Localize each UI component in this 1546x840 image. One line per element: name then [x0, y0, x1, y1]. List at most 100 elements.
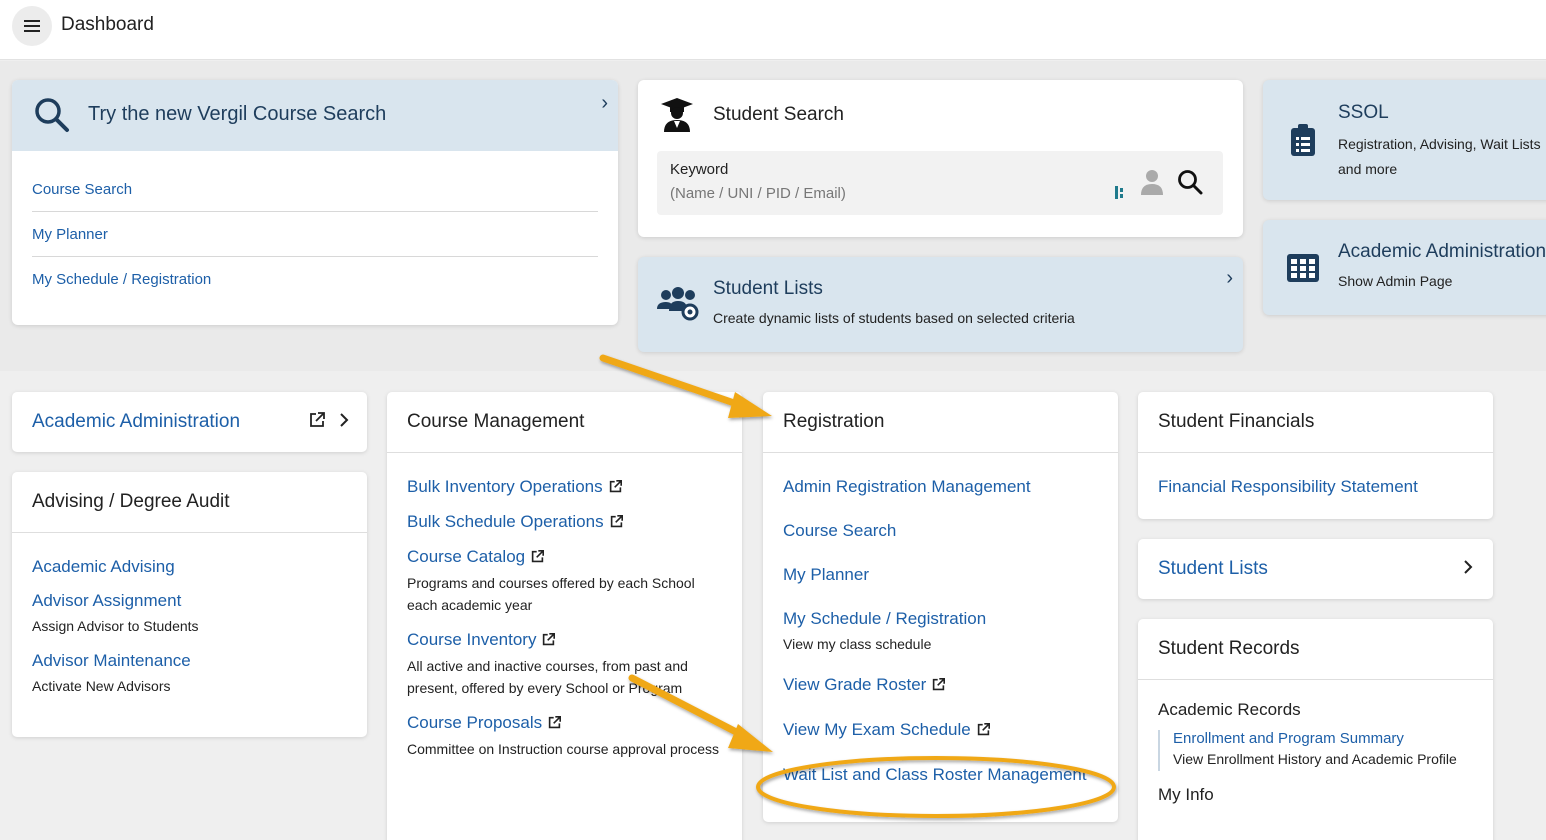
- student-lists-subtitle: Create dynamic lists of students based o…: [713, 310, 1075, 326]
- hamburger-menu-button[interactable]: [12, 6, 52, 46]
- person-icon[interactable]: [1141, 169, 1163, 200]
- my-info-heading: My Info: [1158, 785, 1214, 804]
- keyword-search-input[interactable]: Keyword (Name / UNI / PID / Email): [657, 151, 1223, 215]
- academic-records-heading: Academic Records: [1158, 700, 1301, 719]
- list-item: Enrollment and Program Summary View Enro…: [1158, 730, 1473, 771]
- hamburger-menu-icon: [24, 25, 40, 27]
- academic-advising-link[interactable]: Academic Advising: [32, 557, 175, 576]
- list-item: Course Catalog Programs and courses offe…: [407, 547, 722, 616]
- course-proposals-link[interactable]: Course Proposals: [407, 713, 542, 732]
- registration-title: Registration: [763, 392, 1118, 453]
- list-item: Bulk Schedule Operations: [407, 512, 722, 533]
- list-item: Course Inventory All active and inactive…: [407, 630, 722, 699]
- list-item: Financial Responsibility Statement: [1158, 477, 1473, 497]
- course-catalog-link[interactable]: Course Catalog: [407, 547, 525, 566]
- external-link-icon: [542, 633, 556, 651]
- password-manager-icon[interactable]: [1115, 185, 1127, 204]
- student-lists-panel[interactable]: Student Lists: [1138, 539, 1493, 599]
- ssol-subtitle: Registration, Advising, Wait Lists and m…: [1338, 136, 1541, 177]
- list-item: Bulk Inventory Operations: [407, 477, 722, 498]
- vergil-search-title: Try the new Vergil Course Search: [88, 103, 387, 125]
- my-schedule-link[interactable]: My Schedule / Registration: [783, 609, 986, 628]
- advising-panel: Advising / Degree Audit Academic Advisin…: [12, 472, 367, 737]
- external-link-icon[interactable]: [309, 412, 325, 433]
- list-item: Advisor Maintenance Activate New Advisor…: [32, 651, 347, 697]
- ssol-card[interactable]: SSOL Registration, Advising, Wait Lists …: [1263, 80, 1546, 200]
- users-gear-icon: [657, 287, 699, 326]
- student-lists-title: Student Lists: [713, 278, 823, 299]
- course-management-panel: Course Management Bulk Inventory Operati…: [387, 392, 742, 840]
- item-description: View Enrollment History and Academic Pro…: [1173, 751, 1457, 767]
- view-grade-roster-link[interactable]: View Grade Roster: [783, 675, 926, 694]
- list-item: Academic Advising: [32, 557, 347, 577]
- student-records-panel: Student Records Academic Records Enrollm…: [1138, 619, 1493, 840]
- external-link-icon: [610, 515, 623, 533]
- student-financials-title: Student Financials: [1138, 392, 1493, 453]
- page-title: Dashboard: [61, 14, 154, 35]
- list-item: Wait List and Class Roster Management: [783, 765, 1098, 785]
- chevron-right-icon[interactable]: [1463, 555, 1473, 581]
- chevron-right-icon[interactable]: ›: [601, 92, 608, 115]
- search-submit-icon[interactable]: [1177, 169, 1203, 200]
- course-management-title: Course Management: [387, 392, 742, 453]
- vergil-link-course-search[interactable]: Course Search: [32, 181, 132, 198]
- advisor-assignment-link[interactable]: Advisor Assignment: [32, 591, 181, 610]
- grid-table-icon: [1287, 254, 1319, 287]
- student-financials-panel: Student Financials Financial Responsibil…: [1138, 392, 1493, 519]
- financial-responsibility-link[interactable]: Financial Responsibility Statement: [1158, 477, 1418, 496]
- academic-administration-panel[interactable]: Academic Administration: [12, 392, 367, 452]
- search-icon: [34, 97, 70, 138]
- list-item: Advisor Assignment Assign Advisor to Stu…: [32, 591, 347, 637]
- list-item: My Planner: [783, 565, 1098, 585]
- advisor-maintenance-link[interactable]: Advisor Maintenance: [32, 651, 191, 670]
- registration-panel: Registration Admin Registration Manageme…: [763, 392, 1118, 822]
- vergil-search-header[interactable]: Try the new Vergil Course Search ›: [12, 80, 618, 151]
- list-item: My Schedule / Registration View my class…: [783, 609, 1098, 655]
- bulk-inventory-link[interactable]: Bulk Inventory Operations: [407, 477, 603, 496]
- vergil-search-card: Try the new Vergil Course Search › Cours…: [12, 80, 618, 325]
- view-exam-schedule-link[interactable]: View My Exam Schedule: [783, 720, 971, 739]
- item-description: All active and inactive courses, from pa…: [407, 658, 688, 696]
- list-item: Admin Registration Management: [783, 477, 1098, 497]
- course-search-link[interactable]: Course Search: [783, 521, 896, 540]
- my-planner-link[interactable]: My Planner: [783, 565, 869, 584]
- graduate-icon: [661, 98, 693, 137]
- academic-admin-card[interactable]: Academic Administration Show Admin Page: [1263, 220, 1546, 315]
- item-description: Programs and courses offered by each Sch…: [407, 575, 695, 613]
- chevron-right-icon[interactable]: [339, 412, 349, 433]
- academic-admin-title: Academic Administration: [1338, 241, 1546, 262]
- top-bar: Dashboard: [0, 0, 1546, 60]
- list-item: View My Exam Schedule: [783, 720, 1098, 741]
- item-description: Assign Advisor to Students: [32, 618, 199, 634]
- vergil-link-my-planner[interactable]: My Planner: [32, 226, 108, 243]
- bulk-schedule-link[interactable]: Bulk Schedule Operations: [407, 512, 604, 531]
- list-item: Course Proposals Committee on Instructio…: [407, 713, 722, 760]
- vergil-link-my-schedule[interactable]: My Schedule / Registration: [32, 271, 211, 288]
- admin-registration-link[interactable]: Admin Registration Management: [783, 477, 1031, 496]
- student-lists-panel-title[interactable]: Student Lists: [1138, 539, 1493, 599]
- external-link-icon: [977, 723, 990, 741]
- student-records-title: Student Records: [1138, 619, 1493, 680]
- external-link-icon: [548, 716, 562, 734]
- external-link-icon: [531, 550, 545, 568]
- student-search-card: Student Search Keyword (Name / UNI / PID…: [638, 80, 1243, 237]
- item-description: Activate New Advisors: [32, 678, 171, 694]
- enrollment-summary-link[interactable]: Enrollment and Program Summary: [1173, 730, 1404, 747]
- student-search-title: Student Search: [713, 104, 844, 125]
- list-item: View Grade Roster: [783, 675, 1098, 696]
- keyword-label: Keyword: [670, 161, 729, 178]
- keyword-placeholder: (Name / UNI / PID / Email): [670, 185, 846, 202]
- external-link-icon: [609, 480, 622, 498]
- clipboard-list-icon: [1291, 124, 1315, 161]
- list-item: Course Search: [783, 521, 1098, 541]
- course-inventory-link[interactable]: Course Inventory: [407, 630, 536, 649]
- item-description: Committee on Instruction course approval…: [407, 741, 720, 757]
- academic-admin-subtitle: Show Admin Page: [1338, 273, 1453, 289]
- student-lists-card[interactable]: Student Lists Create dynamic lists of st…: [638, 257, 1243, 352]
- item-description: View my class schedule: [783, 636, 932, 652]
- external-link-icon: [932, 678, 946, 696]
- wait-list-roster-link[interactable]: Wait List and Class Roster Management: [783, 765, 1087, 784]
- chevron-right-icon[interactable]: ›: [1226, 267, 1233, 290]
- advising-title: Advising / Degree Audit: [12, 472, 367, 533]
- ssol-title: SSOL: [1338, 102, 1389, 123]
